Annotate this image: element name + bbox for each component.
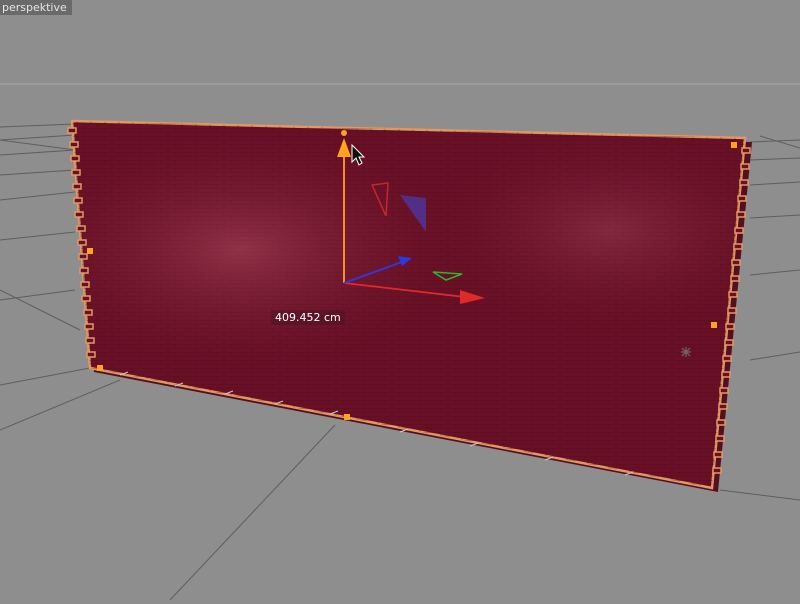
handle-left <box>87 248 93 254</box>
handle-bottom-left <box>97 365 103 371</box>
viewport-canvas[interactable] <box>0 0 800 601</box>
light-star-icon[interactable] <box>681 347 691 357</box>
handle-bottom <box>344 414 350 420</box>
viewport-view-name[interactable]: perspektive <box>0 0 72 15</box>
3d-viewport[interactable]: perspektive 409.452 cm <box>0 0 800 601</box>
handle-right <box>711 322 717 328</box>
handle-top-right <box>731 142 737 148</box>
brick-wall-object[interactable] <box>70 119 747 490</box>
measurement-readout: 409.452 cm <box>271 310 345 325</box>
